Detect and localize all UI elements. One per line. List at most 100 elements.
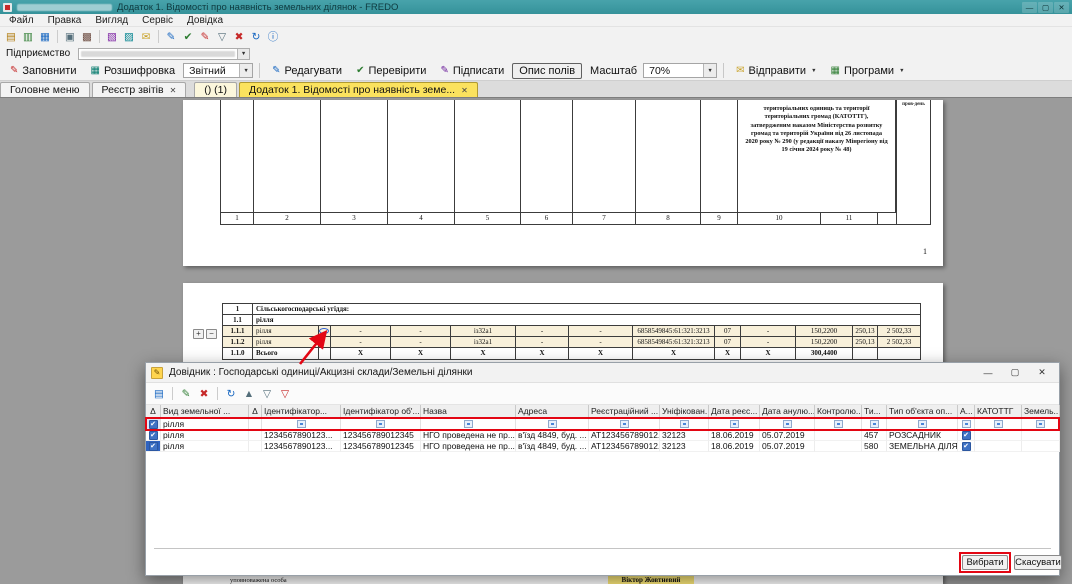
grid-column-header[interactable]: А... [958,405,975,418]
pick-from-registry-icon[interactable]: ▤ [151,386,167,402]
clear-filter-icon[interactable]: ✖ [231,29,247,45]
filter-icon[interactable] [962,420,971,428]
grid-cell[interactable]: НГО проведена не пр... [421,430,516,441]
filter-icon[interactable] [918,420,927,428]
decode-button[interactable]: ▦ Розшифровка [84,63,181,79]
grid-cell[interactable]: 05.07.2019 [760,430,815,441]
field-description-toggle[interactable]: Опис полів [512,63,582,79]
grid-column-header[interactable]: Ідентифікатор... [262,405,341,418]
horizontal-scrollbar[interactable] [154,548,1051,549]
grid-cell[interactable]: 123456789012345 [341,441,421,452]
grid-cell[interactable]: рілля [161,441,249,452]
print-icon[interactable]: ▣ [62,29,78,45]
edit-button[interactable]: ✎ Редагувати [266,63,348,79]
grid-cell[interactable]: в'їзд 4849, буд. ... [516,441,589,452]
refresh-icon[interactable]: ↻ [223,386,239,402]
filter-checkbox[interactable]: ✔ [149,420,158,429]
grid-cell[interactable]: 32123 [660,441,709,452]
filter-icon[interactable] [680,420,689,428]
filter-cell[interactable]: рілля [161,418,249,430]
filter-cell[interactable] [341,418,421,430]
grid-column-header[interactable]: Вид земельної ... [161,405,249,418]
minimize-button[interactable]: — [976,365,1000,380]
close-button[interactable]: ✕ [1030,365,1054,380]
grid-cell[interactable]: 580 [862,441,887,452]
doc-cell[interactable]: 6858549845:61:321:3213 [633,326,715,337]
grid-column-header[interactable]: Ти... [862,405,887,418]
doc-cell[interactable]: X [331,348,391,360]
help-icon[interactable]: ⓘ [265,29,281,45]
doc-cell[interactable]: - [569,337,633,348]
close-icon[interactable]: ✕ [461,86,468,95]
tab-report-registry[interactable]: Реєстр звітів ✕ [92,82,187,97]
grid-cell[interactable] [975,441,1022,452]
grid-column-header[interactable]: Тип об'єкта оп... [887,405,958,418]
grid-cell[interactable]: ЗЕМЕЛЬНА ДІЛЯ... [887,441,958,452]
programs-button[interactable]: ▦ Програми ▼ [825,63,911,79]
remove-row-button[interactable]: − [206,329,217,339]
filter-cell[interactable] [589,418,660,430]
doc-cell[interactable]: - [741,337,796,348]
grid-column-header[interactable]: Контролю... [815,405,862,418]
filter-cell[interactable] [760,418,815,430]
table-row[interactable]: ✔рілля1234567890123...123456789012345НГО… [146,441,1059,452]
menu-view[interactable]: Вигляд [88,15,135,26]
doc-cell[interactable]: - [331,326,391,337]
doc-cell[interactable]: із32а1 [451,326,516,337]
doc-cell[interactable]: - [391,337,451,348]
grid-cell[interactable]: рілля [161,430,249,441]
filter-icon[interactable]: ▽ [214,29,230,45]
grid-column-header[interactable]: Земель... [1022,405,1060,418]
filter-icon[interactable] [620,420,629,428]
maximize-button[interactable]: ▢ [1003,365,1027,380]
grid-cell[interactable]: 32123 [660,430,709,441]
attribute-checkbox[interactable]: ✔ [962,431,971,440]
filter-records-icon[interactable]: ▽ [259,386,275,402]
grid-column-header[interactable]: Адреса [516,405,589,418]
attribute-checkbox[interactable]: ✔ [962,442,971,451]
grid-cell[interactable]: 1234567890123... [262,430,341,441]
menu-file[interactable]: Файл [2,15,41,26]
grid-column-header[interactable]: КАТОТТГ [975,405,1022,418]
fill-button[interactable]: ✎ Заповнити [4,63,82,79]
grid-column-header[interactable]: Уніфікован... [660,405,709,418]
doc-cell[interactable]: - [516,326,569,337]
grid-cell[interactable]: ✔ [146,430,161,441]
doc-cell[interactable]: - [569,326,633,337]
filter-icon[interactable] [834,420,843,428]
grid-cell[interactable]: 457 [862,430,887,441]
save-icon[interactable]: ▦ [37,29,53,45]
filter-cell[interactable] [975,418,1022,430]
grid-cell[interactable]: АТ123456789012... [589,430,660,441]
doc-cell[interactable]: X [715,348,741,360]
sign-button[interactable]: ✎ Підписати [434,63,510,79]
send-button[interactable]: ✉ Відправити ▼ [730,63,822,79]
grid-column-header[interactable]: Дата реєс... [709,405,760,418]
chevron-down-icon[interactable]: ▼ [237,49,249,59]
grid-cell[interactable]: ✔ [146,441,161,452]
grid-cell[interactable]: АТ123456789012... [589,441,660,452]
doc-cell[interactable]: 300,4400 [796,348,853,360]
send-mail-icon[interactable]: ✉ [138,29,154,45]
filter-cell[interactable] [660,418,709,430]
doc-cell[interactable]: - [391,326,451,337]
delete-record-icon[interactable]: ✖ [196,386,212,402]
doc-cell[interactable]: X [451,348,516,360]
grid-cell[interactable]: в'їзд 4849, буд. ... [516,430,589,441]
grid-cell[interactable] [815,430,862,441]
scale-select[interactable]: 70% ▼ [643,63,717,78]
chevron-down-icon[interactable]: ▼ [239,64,252,77]
grid-cell[interactable]: 05.07.2019 [760,441,815,452]
grid-cell[interactable]: РОЗСАДНИК [887,430,958,441]
doc-cell[interactable]: 250,13 [853,326,878,337]
dialog-grid-filter-row[interactable]: ✔рілля [146,418,1059,430]
doc-cell[interactable]: 2 502,33 [878,326,921,337]
edit-icon[interactable]: ✎ [163,29,179,45]
filter-icon[interactable] [730,420,739,428]
grid-cell[interactable]: 1234567890123... [262,441,341,452]
grid-cell[interactable]: ✔ [958,441,975,452]
filter-cell[interactable] [958,418,975,430]
doc-cell[interactable]: X [741,348,796,360]
filter-cell[interactable] [887,418,958,430]
grid-cell[interactable] [1022,441,1060,452]
